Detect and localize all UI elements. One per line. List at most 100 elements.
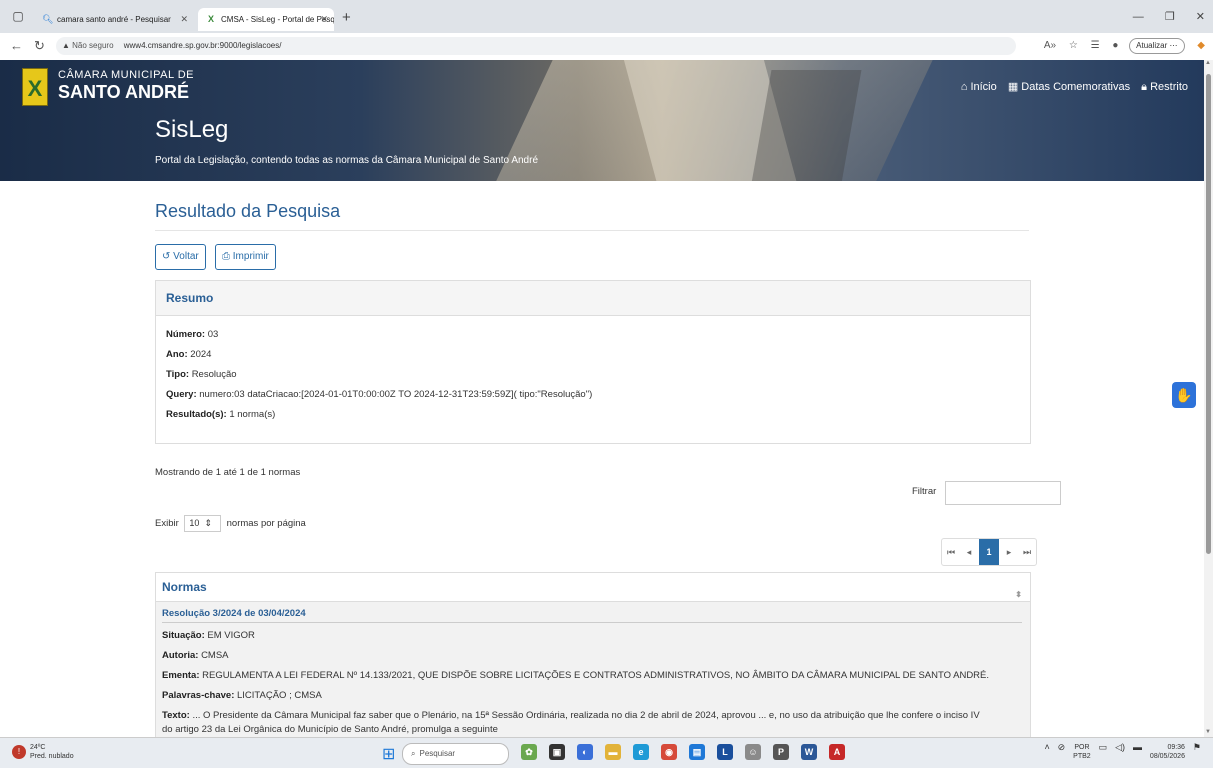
- system-tagline: Portal da Legislação, contendo todas as …: [155, 155, 539, 166]
- tab-bing-search[interactable]: 🔍︎ camara santo andré - Pesquisar ✕: [34, 8, 194, 31]
- search-placeholder: Pesquisar: [419, 749, 456, 758]
- close-tab-icon[interactable]: ✕: [180, 8, 188, 31]
- system-title: SisLeg: [155, 116, 229, 143]
- select-arrows-icon: ⇕: [204, 518, 212, 528]
- pdf-reader-icon[interactable]: A: [829, 744, 845, 760]
- update-label: Atualizar: [1136, 41, 1168, 50]
- field-label: Query:: [166, 389, 197, 400]
- restore-icon[interactable]: ❐: [1165, 11, 1175, 23]
- chat-app-icon[interactable]: ◐: [577, 744, 593, 760]
- field-value: 1 norma(s): [229, 409, 276, 420]
- warning-icon: ▲: [62, 41, 70, 50]
- per-page-prefix: Exibir: [155, 518, 179, 529]
- network-status-icon[interactable]: ⊘: [1058, 743, 1066, 752]
- battery-icon[interactable]: ▬: [1133, 743, 1142, 752]
- current-page-button[interactable]: 1: [979, 539, 999, 565]
- widgets-app-icon[interactable]: ✿: [521, 744, 537, 760]
- institution-name-line1[interactable]: CÂMARA MUNICIPAL DE: [58, 69, 194, 81]
- per-page-suffix: normas por página: [226, 518, 306, 529]
- favorites-list-icon[interactable]: ☰: [1091, 40, 1100, 51]
- read-aloud-icon[interactable]: A»: [1044, 40, 1056, 51]
- refresh-icon[interactable]: ↻: [34, 38, 45, 54]
- tab-title: CMSA - SisLeg - Portal de Pesqui: [221, 15, 334, 24]
- tab-sisleg[interactable]: X CMSA - SisLeg - Portal de Pesqui ✕: [198, 8, 334, 31]
- print-label: Imprimir: [232, 251, 269, 262]
- filter-label: Filtrar: [912, 486, 937, 497]
- scroll-down-icon[interactable]: ▼: [1205, 729, 1211, 735]
- field-label: Palavras-chave:: [162, 690, 235, 701]
- clock[interactable]: 09:36 08/05/2026: [1150, 743, 1185, 761]
- clock-date: 08/05/2026: [1149, 753, 1185, 760]
- summary-resultados: Resultado(s): 1 norma(s): [166, 409, 275, 420]
- nav-home-link[interactable]: ⌂ Início: [961, 81, 997, 93]
- close-tab-icon[interactable]: ✕: [320, 8, 328, 31]
- print-button[interactable]: ⎙ Imprimir: [215, 244, 276, 270]
- new-tab-button[interactable]: +: [342, 9, 351, 26]
- page-scrollbar[interactable]: ▲ ▼: [1204, 60, 1213, 737]
- first-page-button[interactable]: ⏮: [943, 539, 959, 565]
- minimize-icon[interactable]: —: [1133, 11, 1144, 23]
- top-nav: ⌂ Início ▦ Datas Comemorativas 🔒︎ Restri…: [953, 80, 1188, 94]
- url-text: www4.cmsandre.sp.gov.br:9000/legislacoes…: [123, 41, 282, 50]
- filter-input[interactable]: [945, 481, 1061, 505]
- lang-line2: PTB2: [1073, 753, 1091, 760]
- favorite-star-icon[interactable]: ☆: [1069, 40, 1078, 51]
- norma-row: Resolução 3/2024 de 03/04/2024 Situação:…: [156, 602, 1030, 737]
- back-button[interactable]: ↺ Voltar: [155, 244, 206, 270]
- normas-header[interactable]: Normas ⬍: [156, 573, 1030, 602]
- norma-ementa: Ementa: REGULAMENTA A LEI FEDERAL Nº 14.…: [162, 670, 989, 681]
- p-app-icon[interactable]: P: [773, 744, 789, 760]
- header-banner: X CÂMARA MUNICIPAL DE SANTO ANDRÉ SisLeg…: [0, 60, 1204, 181]
- last-page-button[interactable]: ⏭: [1019, 539, 1035, 565]
- field-label: Texto:: [162, 710, 190, 721]
- windows-start-icon[interactable]: ⊞: [382, 744, 395, 764]
- copilot-icon[interactable]: ◆: [1197, 40, 1205, 51]
- coat-of-arms-logo[interactable]: X: [22, 68, 48, 106]
- profile-avatar-icon[interactable]: ●: [1112, 40, 1118, 51]
- update-button[interactable]: Atualizar ⋯: [1129, 38, 1185, 54]
- display-icon[interactable]: ▭: [1099, 743, 1108, 752]
- people-app-icon[interactable]: ☺: [745, 744, 761, 760]
- system-tray: ˄ ⊘ POR PTB2 ▭ ◁) ▬ 09:36 08/05/2026 ⚑: [1038, 743, 1201, 761]
- scroll-up-icon[interactable]: ▲: [1205, 60, 1211, 66]
- window-controls: — ❐ ✕: [1115, 10, 1205, 23]
- institution-name-line2[interactable]: SANTO ANDRÉ: [58, 82, 189, 103]
- weather-widget[interactable]: ! 24ºC Pred. nublado: [12, 743, 74, 761]
- undo-icon: ↺: [162, 251, 171, 262]
- close-window-icon[interactable]: ✕: [1196, 11, 1205, 23]
- nav-dates-link[interactable]: ▦ Datas Comemorativas: [1008, 81, 1130, 93]
- back-arrow-icon[interactable]: ←: [10, 38, 23, 53]
- back-label: Voltar: [173, 251, 199, 262]
- scrollbar-thumb[interactable]: [1206, 74, 1211, 554]
- norma-title-link[interactable]: Resolução 3/2024 de 03/04/2024: [162, 608, 306, 619]
- word-app-icon[interactable]: W: [801, 744, 817, 760]
- language-indicator[interactable]: POR PTB2: [1073, 743, 1091, 761]
- edge-browser-icon[interactable]: e: [633, 744, 649, 760]
- task-view-icon[interactable]: ▣: [549, 744, 565, 760]
- show-hidden-icons[interactable]: ˄: [1044, 743, 1049, 752]
- accessibility-vlibras-icon[interactable]: ✋: [1172, 382, 1196, 408]
- field-label: Ementa:: [162, 670, 200, 681]
- tab-title: camara santo andré - Pesquisar: [57, 15, 171, 24]
- summary-tipo: Tipo: Resolução: [166, 369, 237, 380]
- chrome-browser-icon[interactable]: ◉: [661, 744, 677, 760]
- l-app-icon[interactable]: L: [717, 744, 733, 760]
- taskbar-search[interactable]: ⌕ Pesquisar: [402, 743, 509, 765]
- url-field[interactable]: ▲ Não seguro www4.cmsandre.sp.gov.br:900…: [56, 37, 1016, 55]
- tab-actions-icon[interactable]: ▢: [12, 10, 24, 22]
- results-count: Mostrando de 1 até 1 de 1 normas: [155, 467, 301, 478]
- notifications-icon[interactable]: ⚑: [1193, 743, 1201, 752]
- next-page-button[interactable]: ▸: [1001, 539, 1017, 565]
- store-app-icon[interactable]: ▤: [689, 744, 705, 760]
- clock-time: 09:36: [1167, 744, 1185, 751]
- file-explorer-icon[interactable]: ▬: [605, 744, 621, 760]
- field-value: CMSA: [201, 650, 229, 661]
- per-page-value: 10: [189, 518, 200, 528]
- nav-restricted-link[interactable]: 🔒︎ Restrito: [1141, 81, 1188, 93]
- per-page-select[interactable]: 10 ⇕: [184, 515, 221, 532]
- prev-page-button[interactable]: ◂: [961, 539, 977, 565]
- page-title: Resultado da Pesquisa: [155, 201, 341, 221]
- field-value: ... O Presidente da Câmara Municipal faz…: [192, 710, 980, 721]
- field-value: Resolução: [191, 369, 237, 380]
- volume-icon[interactable]: ◁): [1115, 743, 1125, 752]
